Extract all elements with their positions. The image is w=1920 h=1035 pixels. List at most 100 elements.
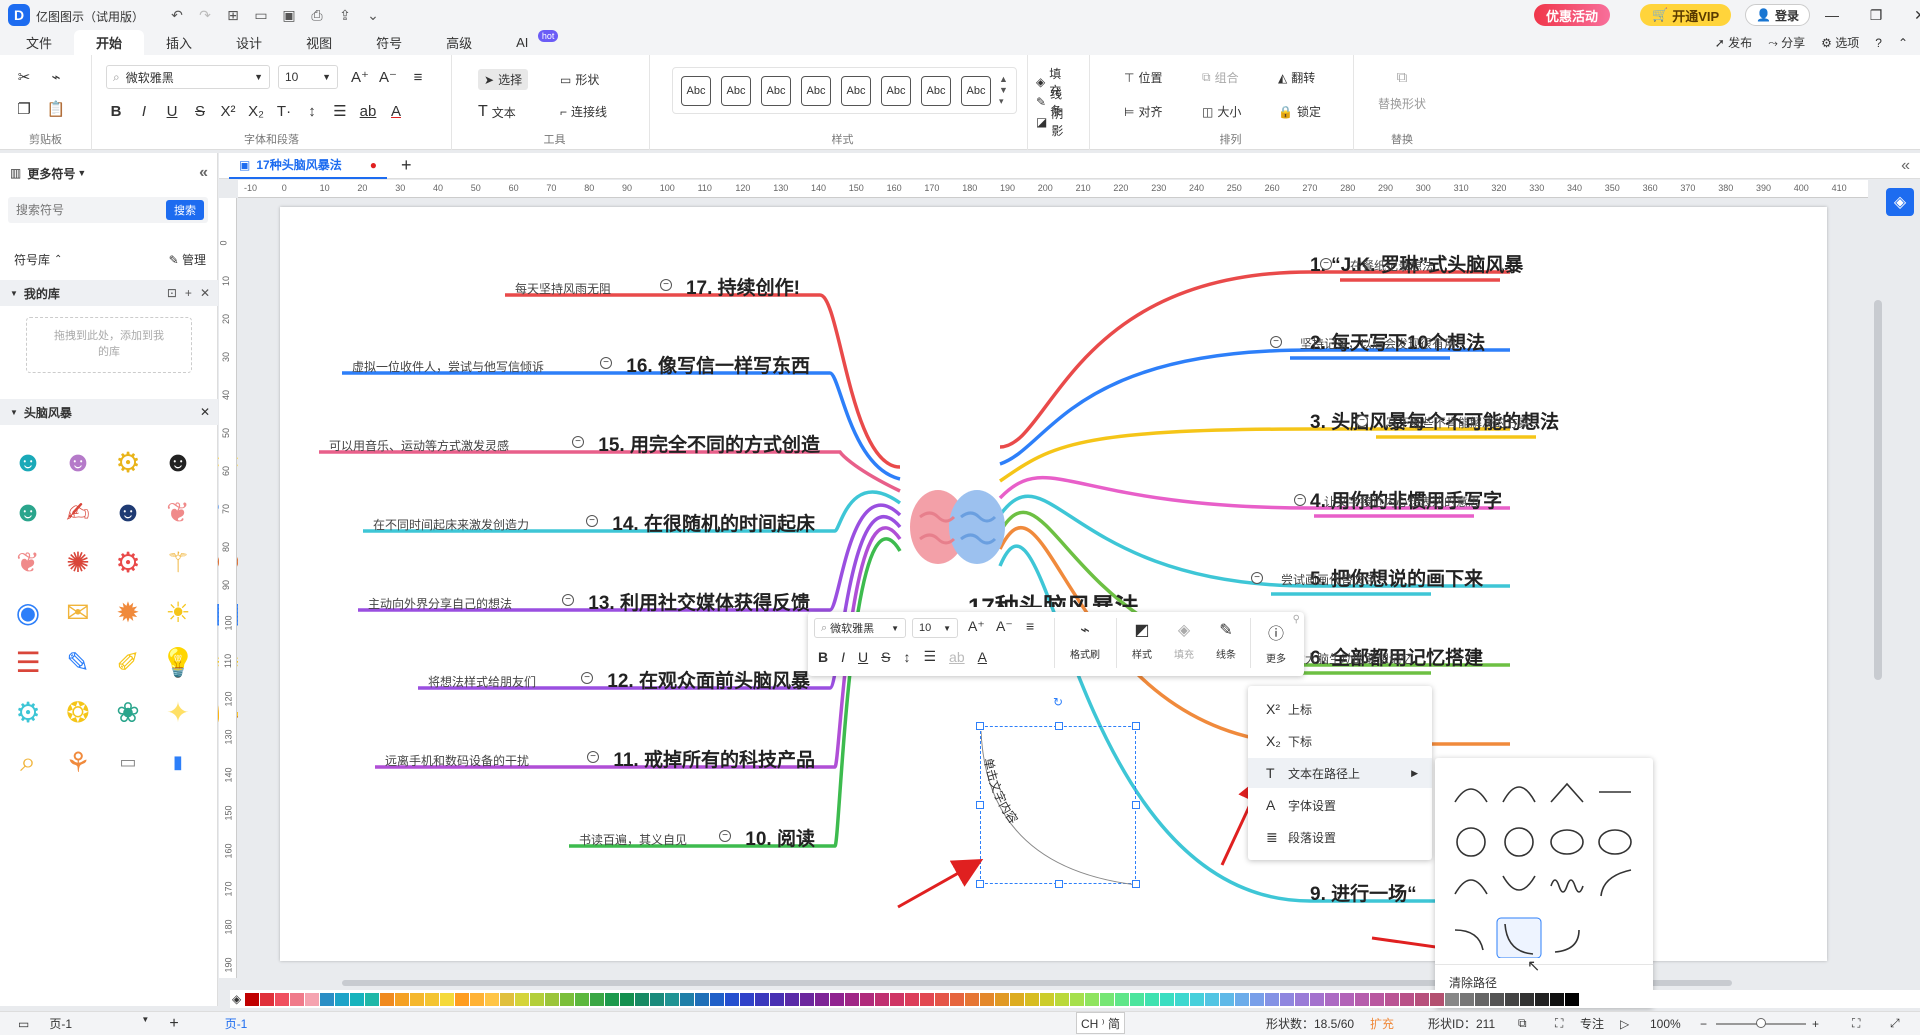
path-shape-circle-2[interactable] xyxy=(1504,827,1534,857)
color-swatch[interactable] xyxy=(365,992,380,1006)
color-swatch[interactable] xyxy=(785,992,800,1006)
path-shape-peak[interactable] xyxy=(1550,782,1584,803)
my-library-header[interactable]: ▼ 我的库 ⊡ + ✕ xyxy=(0,280,218,306)
font-name-select[interactable]: ⌕ 微软雅黑 ▼ xyxy=(106,65,270,89)
position-button[interactable]: ⊤ 位置 xyxy=(1124,69,1162,86)
style-sample-7[interactable]: Abc xyxy=(921,75,951,106)
expand-link[interactable]: 扩充 xyxy=(1370,1015,1394,1032)
gears-red-icon[interactable]: ⚙ xyxy=(110,543,146,581)
text-style-icon[interactable]: T· xyxy=(272,99,296,123)
color-swatch[interactable] xyxy=(515,992,530,1006)
zoom-in-icon[interactable]: + xyxy=(1812,1017,1819,1031)
color-swatch[interactable] xyxy=(635,992,650,1006)
print-icon[interactable]: ⎙ xyxy=(306,4,328,26)
group-button[interactable]: ⧉ 组合 xyxy=(1202,69,1239,86)
color-swatch[interactable] xyxy=(1445,992,1460,1006)
color-swatch[interactable] xyxy=(995,992,1010,1006)
color-swatch[interactable] xyxy=(395,992,410,1006)
float-decrease-font-icon[interactable]: A⁻ xyxy=(996,618,1013,635)
float-align-icon[interactable]: ≡ xyxy=(1026,618,1034,634)
color-swatch[interactable] xyxy=(485,992,500,1006)
fill-bucket-icon[interactable]: ◈ xyxy=(232,992,241,1006)
page-select[interactable]: 页-1 ▼ xyxy=(49,1015,149,1032)
drop-zone[interactable]: 拖拽到此处，添加到我的库 xyxy=(26,317,192,373)
color-swatch[interactable] xyxy=(1205,992,1220,1006)
float-bold-icon[interactable]: B xyxy=(818,649,828,665)
head-teal-icon[interactable]: ☻ xyxy=(10,493,46,531)
color-swatch[interactable] xyxy=(1250,992,1265,1006)
replace-shape-icon[interactable]: ⧉ xyxy=(1390,65,1414,89)
close-icon[interactable]: ✕ xyxy=(200,405,210,419)
cut-icon[interactable]: ✂ xyxy=(12,65,36,89)
page-tab[interactable]: 页-1 xyxy=(225,1015,248,1032)
symbol-search-input[interactable] xyxy=(8,198,158,222)
add-page-icon[interactable]: + xyxy=(169,1015,178,1033)
bullet-list-icon[interactable]: ☰ xyxy=(328,99,352,123)
font-color-icon[interactable]: A xyxy=(384,99,408,123)
size-button[interactable]: ◫ 大小 xyxy=(1202,103,1241,120)
document-tab[interactable]: ▣ 17种头脑风暴法 ● xyxy=(229,153,387,179)
vip-button[interactable]: 🛒 开通VIP xyxy=(1640,4,1732,26)
color-swatch[interactable] xyxy=(1010,992,1025,1006)
notepad-icon[interactable]: ✐ xyxy=(110,643,146,681)
color-swatch[interactable] xyxy=(1295,992,1310,1006)
tab-file[interactable]: 文件 xyxy=(4,30,74,55)
zoom-slider[interactable] xyxy=(1716,1018,1806,1028)
bar-icon[interactable]: ▭ xyxy=(110,743,146,781)
color-swatch[interactable] xyxy=(1505,992,1520,1006)
path-shape-quarter-1[interactable] xyxy=(1454,929,1484,951)
manage-button[interactable]: ✎ 管理 xyxy=(169,251,206,268)
vertical-scrollbar[interactable] xyxy=(1874,300,1882,680)
color-swatch[interactable] xyxy=(1520,992,1535,1006)
tab-insert[interactable]: 插入 xyxy=(144,30,214,55)
decrease-font-icon[interactable]: A⁻ xyxy=(376,65,400,89)
color-swatch[interactable] xyxy=(605,992,620,1006)
style-sample-1[interactable]: Abc xyxy=(681,75,711,106)
color-swatch[interactable] xyxy=(575,992,590,1006)
tab-ai[interactable]: AI hot xyxy=(494,30,562,55)
color-swatch[interactable] xyxy=(1070,992,1085,1006)
path-shape-wave[interactable] xyxy=(1550,879,1584,893)
head-dark-icon[interactable]: ☻ xyxy=(160,443,196,481)
color-swatch[interactable] xyxy=(920,992,935,1006)
replace-shape-label[interactable]: 替换形状 xyxy=(1378,95,1426,112)
minimize-icon[interactable]: — xyxy=(1810,0,1854,30)
collapse-ribbon-icon[interactable]: ⌃ xyxy=(1898,36,1908,50)
color-swatch[interactable] xyxy=(500,992,515,1006)
pin-icon[interactable]: ⚲ xyxy=(1293,614,1300,625)
expand-right-panel-icon[interactable]: « xyxy=(1901,157,1910,175)
style-sample-2[interactable]: Abc xyxy=(721,75,751,106)
select-tool-button[interactable]: ➤ 选择 xyxy=(478,69,529,90)
color-swatch[interactable] xyxy=(1370,992,1385,1006)
color-swatch[interactable] xyxy=(440,992,455,1006)
color-swatch[interactable] xyxy=(965,992,980,1006)
path-shape-bowl[interactable] xyxy=(1502,875,1536,891)
color-swatch[interactable] xyxy=(1160,992,1175,1006)
color-swatch[interactable] xyxy=(350,992,365,1006)
float-font-color-icon[interactable]: A xyxy=(978,649,987,665)
color-swatch[interactable] xyxy=(1310,992,1325,1006)
color-swatch[interactable] xyxy=(560,992,575,1006)
color-swatch[interactable] xyxy=(320,992,335,1006)
float-italic-icon[interactable]: I xyxy=(841,649,845,665)
share-button[interactable]: ⤳ 分享 xyxy=(1768,34,1805,51)
new-tab-icon[interactable]: + xyxy=(401,155,412,176)
highlight-icon[interactable]: ab xyxy=(356,99,380,123)
color-swatch[interactable] xyxy=(755,992,770,1006)
magnifier-icon[interactable]: ⌕ xyxy=(10,743,46,781)
color-swatch[interactable] xyxy=(380,992,395,1006)
color-swatch[interactable] xyxy=(935,992,950,1006)
color-swatch[interactable] xyxy=(245,992,260,1006)
checklist-icon[interactable]: ☰ xyxy=(10,643,46,681)
tab-advanced[interactable]: 高级 xyxy=(424,30,494,55)
bulb-icon[interactable]: 💡 xyxy=(160,643,196,681)
color-swatch[interactable] xyxy=(1490,992,1505,1006)
float-highlight-icon[interactable]: ab xyxy=(949,649,965,665)
color-swatch[interactable] xyxy=(620,992,635,1006)
promo-button[interactable]: 优惠活动 xyxy=(1534,4,1611,26)
tab-design[interactable]: 设计 xyxy=(214,30,284,55)
color-swatch[interactable] xyxy=(1400,992,1415,1006)
color-swatch[interactable] xyxy=(830,992,845,1006)
color-swatch[interactable] xyxy=(695,992,710,1006)
brain-red-icon[interactable]: ❦ xyxy=(10,543,46,581)
